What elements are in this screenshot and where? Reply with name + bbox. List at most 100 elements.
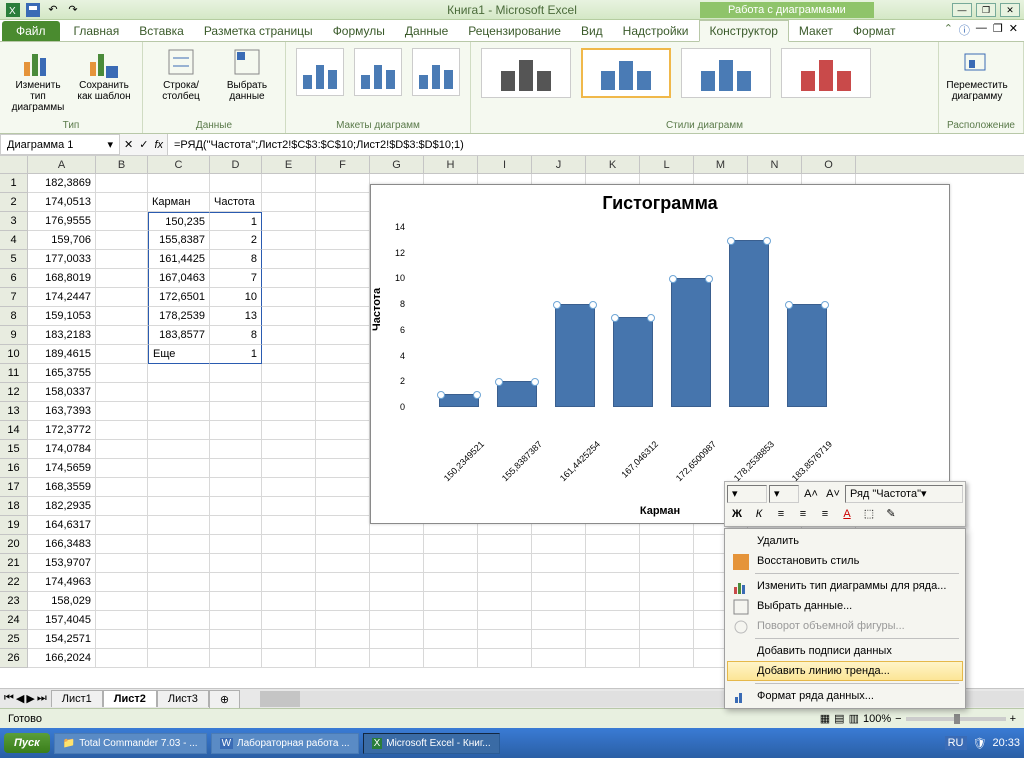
cell[interactable]: 164,6317 (28, 516, 96, 535)
fill-color-icon[interactable]: ⬚ (859, 505, 879, 523)
minimize-button[interactable]: — (952, 3, 972, 17)
row-header[interactable]: 22 (0, 573, 28, 592)
cell[interactable] (640, 573, 694, 592)
restore-button[interactable]: ❐ (976, 3, 996, 17)
cell[interactable] (210, 421, 262, 440)
close-button[interactable]: ✕ (1000, 3, 1020, 17)
cell[interactable]: Еще (148, 345, 210, 364)
cell[interactable]: 158,029 (28, 592, 96, 611)
cell[interactable] (210, 573, 262, 592)
chart-bar[interactable] (787, 304, 827, 407)
tab-layout[interactable]: Макет (789, 21, 843, 41)
cell[interactable] (148, 592, 210, 611)
cell[interactable] (148, 421, 210, 440)
chart-layout-3[interactable] (412, 48, 460, 96)
zoom-out-icon[interactable]: − (895, 713, 901, 725)
cell[interactable]: 2 (210, 231, 262, 250)
cell[interactable] (262, 193, 316, 212)
cell[interactable] (210, 383, 262, 402)
cell[interactable] (210, 649, 262, 668)
shrink-font-icon[interactable]: A˅ (823, 485, 843, 503)
cell[interactable]: 183,2183 (28, 326, 96, 345)
cell[interactable] (210, 611, 262, 630)
cell[interactable] (262, 592, 316, 611)
cell[interactable] (424, 630, 478, 649)
cell[interactable] (210, 478, 262, 497)
cell[interactable] (370, 649, 424, 668)
col-header-B[interactable]: B (96, 156, 148, 173)
cell[interactable] (148, 440, 210, 459)
cell[interactable] (316, 459, 370, 478)
cell[interactable] (96, 231, 148, 250)
cell[interactable] (424, 554, 478, 573)
save-icon[interactable] (24, 2, 42, 18)
cell[interactable] (262, 345, 316, 364)
cell[interactable]: 172,3772 (28, 421, 96, 440)
chart-style-3[interactable] (681, 48, 771, 98)
row-header[interactable]: 9 (0, 326, 28, 345)
col-header-K[interactable]: K (586, 156, 640, 173)
cell[interactable] (316, 573, 370, 592)
cell[interactable] (424, 535, 478, 554)
cell[interactable]: 182,3869 (28, 174, 96, 193)
select-all-corner[interactable] (0, 156, 28, 173)
cell[interactable] (210, 535, 262, 554)
cell[interactable] (478, 554, 532, 573)
cell[interactable]: 8 (210, 326, 262, 345)
cell[interactable] (96, 421, 148, 440)
col-header-I[interactable]: I (478, 156, 532, 173)
cell[interactable]: 161,4425 (148, 250, 210, 269)
cell[interactable]: 174,4963 (28, 573, 96, 592)
fx-icon[interactable]: fx (154, 139, 163, 151)
task-total-commander[interactable]: 📁Total Commander 7.03 - ... (54, 733, 207, 754)
col-header-A[interactable]: A (28, 156, 96, 173)
cell[interactable] (316, 421, 370, 440)
align-right-icon[interactable]: ≡ (815, 505, 835, 523)
cell[interactable]: 168,3559 (28, 478, 96, 497)
redo-icon[interactable]: ↷ (64, 2, 82, 18)
chart-title[interactable]: Гистограмма (371, 185, 949, 222)
cell[interactable]: 166,3483 (28, 535, 96, 554)
select-data-button[interactable]: Выбрать данные (217, 46, 277, 102)
tray-icon[interactable]: 🛡 (973, 737, 987, 750)
cell[interactable] (262, 516, 316, 535)
cell[interactable] (640, 630, 694, 649)
row-header[interactable]: 12 (0, 383, 28, 402)
cell[interactable] (316, 250, 370, 269)
cell[interactable] (148, 573, 210, 592)
sheet-tab-3[interactable]: Лист3 (157, 690, 209, 707)
cell[interactable] (532, 592, 586, 611)
tab-format[interactable]: Формат (843, 21, 906, 41)
row-header[interactable]: 4 (0, 231, 28, 250)
cell[interactable]: 8 (210, 250, 262, 269)
cell[interactable]: 10 (210, 288, 262, 307)
sheet-tab-1[interactable]: Лист1 (51, 690, 103, 707)
cell[interactable] (316, 364, 370, 383)
cell[interactable] (148, 459, 210, 478)
mini-toolbar[interactable]: ▾ ▾ A˄ A˅ Ряд "Частота" ▾ Ж К ≡ ≡ ≡ A ⬚ … (724, 481, 966, 527)
cell[interactable] (262, 630, 316, 649)
file-tab[interactable]: Файл (2, 21, 60, 41)
cell[interactable] (148, 649, 210, 668)
chart-layout-2[interactable] (354, 48, 402, 96)
cell[interactable] (262, 383, 316, 402)
cell[interactable] (96, 497, 148, 516)
align-center-icon[interactable]: ≡ (793, 505, 813, 523)
align-left-icon[interactable]: ≡ (771, 505, 791, 523)
cell[interactable] (532, 649, 586, 668)
cell[interactable] (532, 535, 586, 554)
row-header[interactable]: 23 (0, 592, 28, 611)
cell[interactable] (96, 364, 148, 383)
help-icon[interactable]: ⓘ (959, 22, 970, 38)
cell[interactable]: 174,0513 (28, 193, 96, 212)
col-header-H[interactable]: H (424, 156, 478, 173)
row-header[interactable]: 10 (0, 345, 28, 364)
chart-plot-area[interactable]: 02468101214150,2349521155,8387387161,442… (409, 227, 919, 467)
cell[interactable] (316, 231, 370, 250)
cell[interactable] (210, 497, 262, 516)
cancel-formula-icon[interactable]: ✕ (124, 138, 133, 151)
cell[interactable] (262, 288, 316, 307)
cell[interactable]: 177,0033 (28, 250, 96, 269)
cell[interactable] (148, 611, 210, 630)
cell[interactable] (262, 649, 316, 668)
